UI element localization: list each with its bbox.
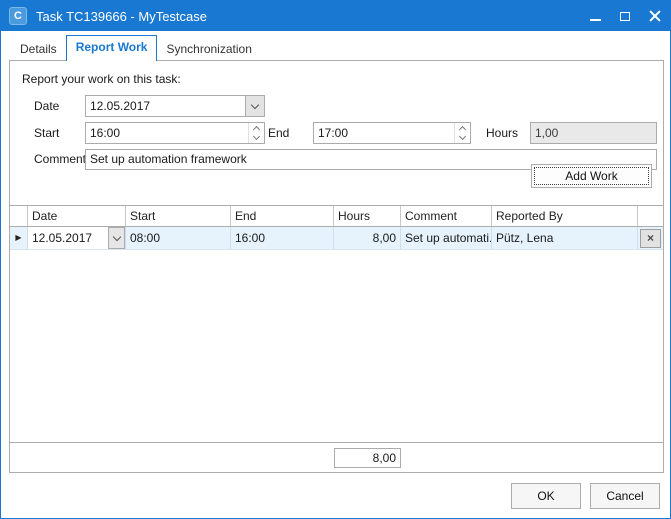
row-end-cell[interactable]: 16:00	[231, 227, 334, 249]
total-hours-summary: 8,00	[334, 448, 401, 468]
end-spin-buttons	[454, 123, 470, 143]
row-indicator-icon: ▶	[15, 227, 21, 249]
comment-label: Comment	[34, 149, 86, 170]
start-time-spinner[interactable]: 16:00	[85, 122, 265, 144]
work-entries-grid: Date Start End Hours Comment Reported By…	[10, 205, 663, 472]
tab-details[interactable]: Details	[11, 38, 66, 61]
minimize-button[interactable]	[580, 1, 610, 31]
chevron-down-icon	[251, 100, 259, 108]
close-button[interactable]	[640, 1, 670, 31]
grid-header-comment[interactable]: Comment	[401, 206, 492, 226]
row-date-value: 12.05.2017	[32, 227, 92, 249]
grid-header-hours[interactable]: Hours	[334, 206, 401, 226]
grid-header-row: Date Start End Hours Comment Reported By	[10, 206, 663, 227]
row-hours-cell[interactable]: 8,00	[334, 227, 401, 249]
date-dropdown-button[interactable]	[245, 96, 264, 116]
close-icon	[649, 10, 661, 22]
table-row[interactable]: ▶ 12.05.2017 08:00 16:00 8,00 Set up aut…	[10, 227, 663, 250]
end-label: End	[268, 122, 289, 144]
report-prompt-label: Report your work on this task:	[22, 72, 181, 86]
row-date-dropdown-button[interactable]	[108, 227, 125, 249]
date-value: 12.05.2017	[90, 99, 150, 113]
start-spin-buttons	[248, 123, 264, 143]
row-comment-cell[interactable]: Set up automati...	[401, 227, 492, 249]
title-bar[interactable]: C Task TC139666 - MyTestcase	[1, 1, 670, 31]
start-label: Start	[34, 122, 59, 144]
grid-header-date[interactable]: Date	[28, 206, 126, 226]
grid-header-actions	[638, 206, 663, 226]
app-icon: C	[9, 7, 27, 25]
grid-header-end[interactable]: End	[231, 206, 334, 226]
start-spin-down-button[interactable]	[249, 133, 264, 143]
start-spin-up-button[interactable]	[249, 123, 264, 133]
grid-empty-area	[10, 250, 663, 442]
chevron-down-icon	[112, 232, 120, 240]
tab-strip: Details Report Work Synchronization	[11, 35, 261, 61]
tab-report-work[interactable]: Report Work	[66, 35, 158, 61]
maximize-icon	[620, 12, 630, 21]
comment-value: Set up automation framework	[90, 152, 247, 166]
end-spin-down-button[interactable]	[455, 133, 470, 143]
row-date-editor[interactable]: 12.05.2017	[28, 227, 126, 249]
grid-header-indicator	[10, 206, 28, 226]
chevron-down-icon	[253, 133, 260, 140]
delete-icon: ×	[647, 230, 654, 246]
date-combobox[interactable]: 12.05.2017	[85, 95, 265, 117]
hours-label: Hours	[486, 122, 518, 144]
ok-button[interactable]: OK	[511, 483, 581, 509]
window-title: Task TC139666 - MyTestcase	[36, 9, 207, 24]
end-spin-up-button[interactable]	[455, 123, 470, 133]
grid-header-reported-by[interactable]: Reported By	[492, 206, 638, 226]
grid-summary-footer: 8,00	[10, 442, 663, 472]
delete-row-button[interactable]: ×	[640, 229, 661, 248]
row-reported-by-cell[interactable]: Pütz, Lena	[492, 227, 638, 249]
end-value: 17:00	[318, 126, 348, 140]
date-label: Date	[34, 95, 59, 117]
start-value: 16:00	[90, 126, 120, 140]
hours-value: 1,00	[535, 126, 558, 140]
row-indicator-cell: ▶	[10, 227, 28, 249]
row-actions-cell: ×	[638, 227, 663, 249]
maximize-button[interactable]	[610, 1, 640, 31]
grid-header-start[interactable]: Start	[126, 206, 231, 226]
cancel-button[interactable]: Cancel	[590, 483, 660, 509]
task-dialog-window: C Task TC139666 - MyTestcase Details Rep…	[0, 0, 671, 519]
end-time-spinner[interactable]: 17:00	[313, 122, 471, 144]
add-work-button[interactable]: Add Work	[531, 164, 652, 188]
window-controls	[580, 1, 670, 31]
report-work-panel: Report your work on this task: Date 12.0…	[9, 60, 664, 473]
minimize-icon	[590, 19, 601, 21]
tab-synchronization[interactable]: Synchronization	[157, 38, 260, 61]
chevron-down-icon	[459, 133, 466, 140]
row-start-cell[interactable]: 08:00	[126, 227, 231, 249]
hours-field: 1,00	[530, 122, 657, 144]
